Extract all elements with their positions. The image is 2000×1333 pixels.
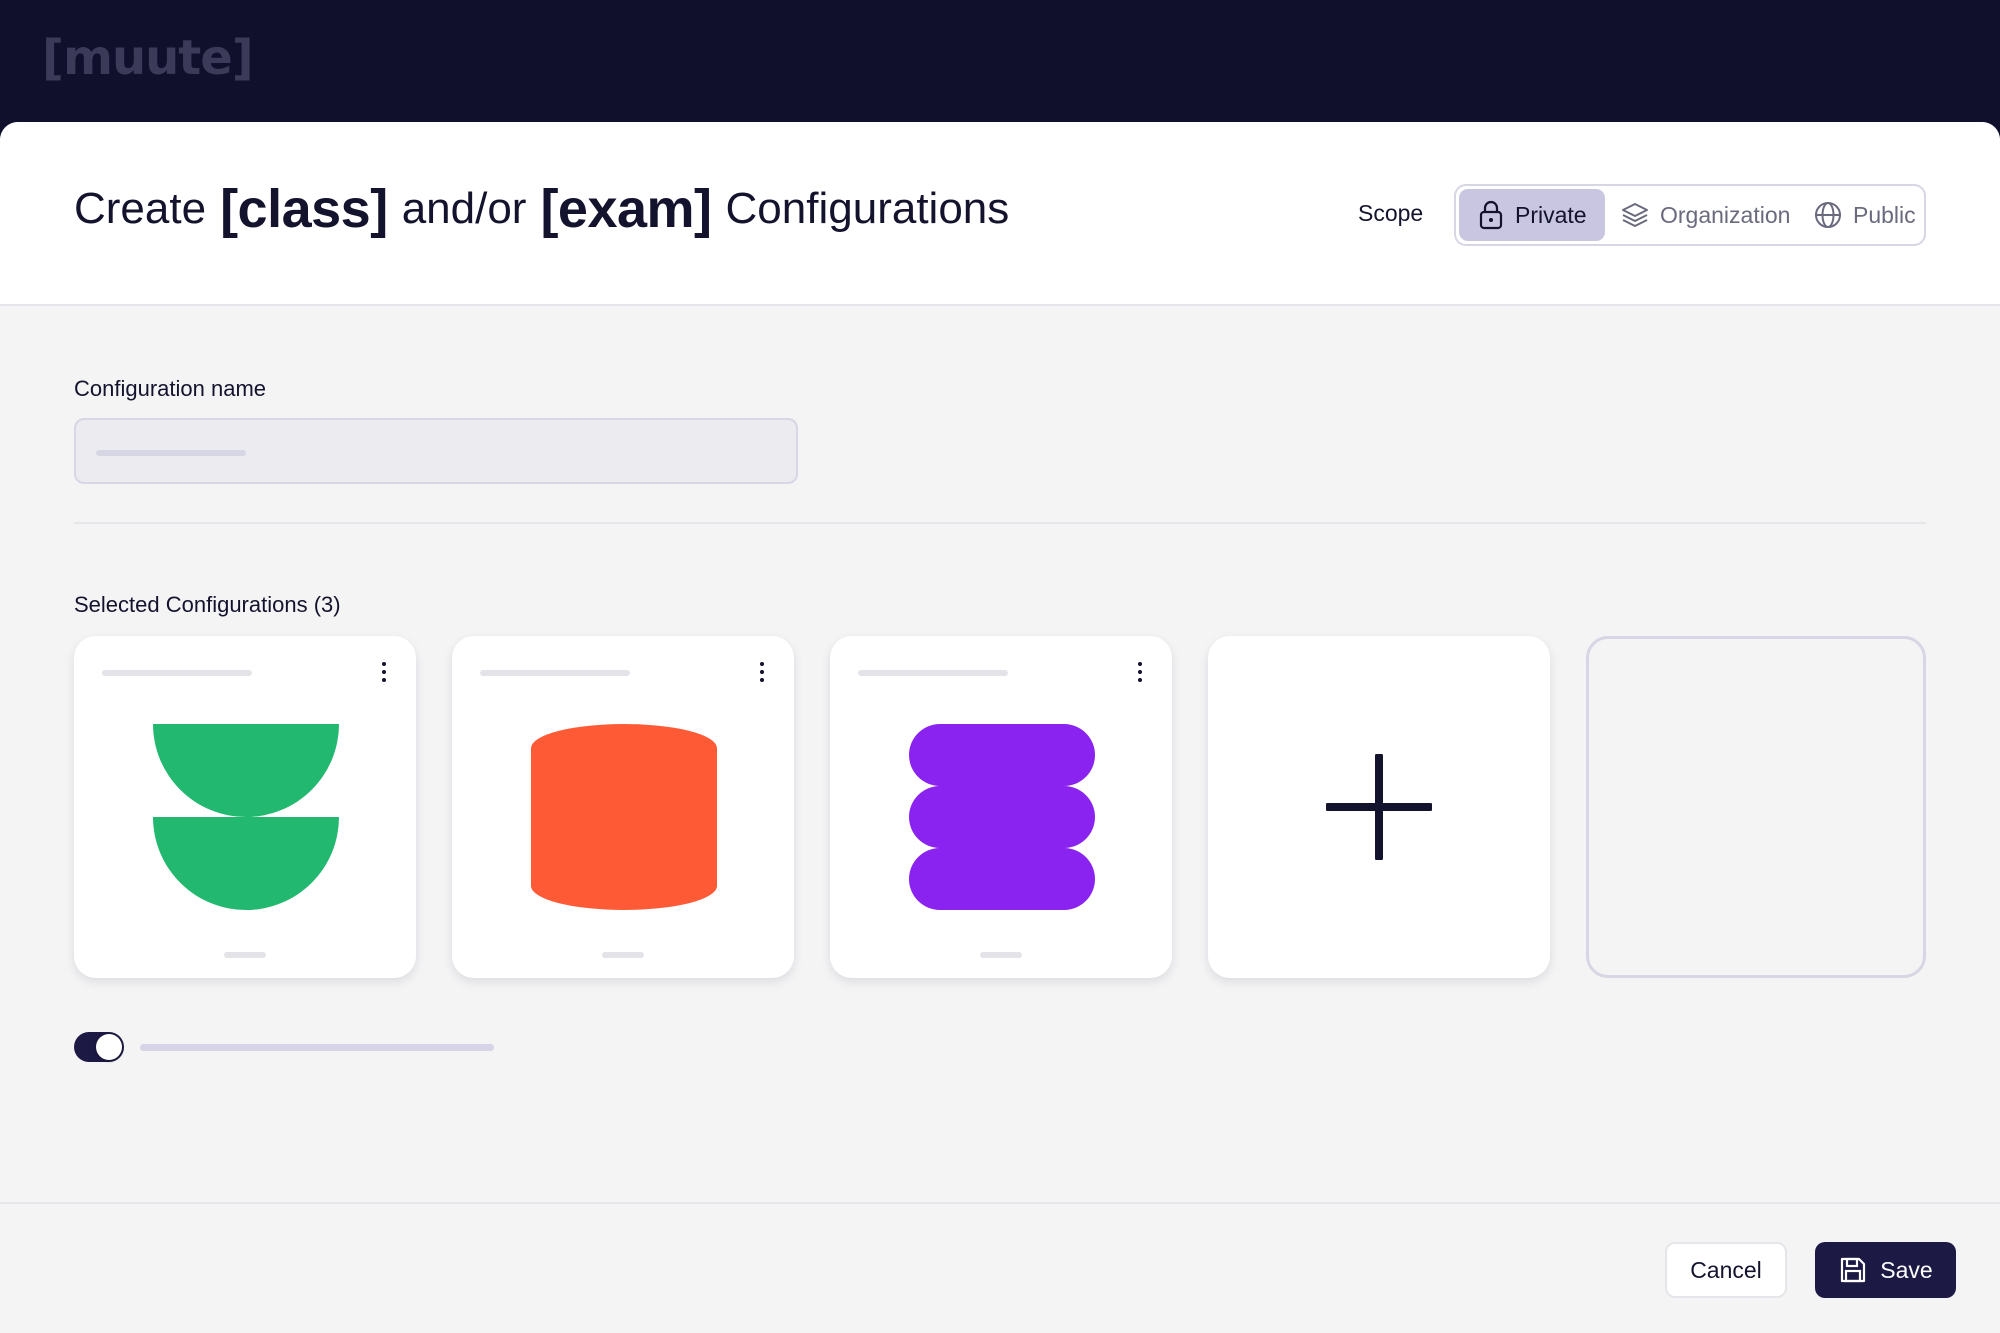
add-configuration-card[interactable] [1208,636,1550,978]
configuration-card[interactable] [452,636,794,978]
config-sheet: Create [class] and/or [exam] Configurati… [0,122,2000,1333]
scope-selector: Private Organization Public [1454,184,1926,246]
configuration-card[interactable] [830,636,1172,978]
card-footer-skeleton [224,952,266,958]
scope-label: Scope [1358,200,1424,226]
scope-option-public[interactable]: Public [1813,189,1916,241]
kebab-menu-icon[interactable] [1128,658,1152,688]
title-text-configurations: Configurations [725,184,1010,233]
configuration-name-input[interactable] [74,418,798,484]
input-placeholder-skeleton [96,450,246,456]
empty-card-slot [1586,636,1926,978]
globe-icon [1815,202,1841,228]
plus-icon [1326,754,1432,860]
card-title-skeleton [858,670,1008,676]
page-header: Create [class] and/or [exam] Configurati… [0,122,2000,306]
layers-icon [1622,203,1648,227]
title-text-create: Create [74,184,207,233]
option-toggle[interactable] [74,1032,124,1062]
kebab-menu-icon[interactable] [372,658,396,688]
selected-configurations-label: Selected Configurations (3) [74,592,341,617]
scope-option-label: Private [1515,201,1587,228]
title-class-keyword: [class] [220,179,388,239]
section-divider [74,522,1926,524]
top-bar: [muute] [0,0,2000,122]
title-exam-keyword: [exam] [540,179,712,239]
card-footer-skeleton [602,952,644,958]
title-text-andor: and/or [401,184,527,233]
scope-option-label: Organization [1660,201,1791,228]
lock-icon [1479,200,1503,230]
save-button[interactable]: Save [1815,1242,1956,1298]
kebab-menu-icon[interactable] [750,658,774,688]
app-logo[interactable]: [muute] [42,30,254,86]
configuration-card[interactable] [74,636,416,978]
configuration-name-label: Configuration name [74,376,267,401]
half-circles-illustration [153,724,339,910]
card-footer-skeleton [980,952,1022,958]
stacked-pills-illustration [909,724,1095,910]
save-button-label: Save [1880,1256,1933,1283]
scope-option-private[interactable]: Private [1459,189,1605,241]
cancel-button[interactable]: Cancel [1665,1242,1787,1298]
page-title: Create [class] and/or [exam] Configurati… [74,178,1009,240]
card-title-skeleton [480,670,630,676]
toggle-label-skeleton [140,1044,494,1051]
toggle-knob [96,1034,122,1060]
scope-option-organization[interactable]: Organization [1620,189,1790,241]
action-footer: Cancel Save [0,1202,2000,1333]
scope-option-label: Public [1853,201,1916,228]
card-title-skeleton [102,670,252,676]
cylinder-illustration [531,724,717,910]
save-icon [1841,1257,1866,1283]
